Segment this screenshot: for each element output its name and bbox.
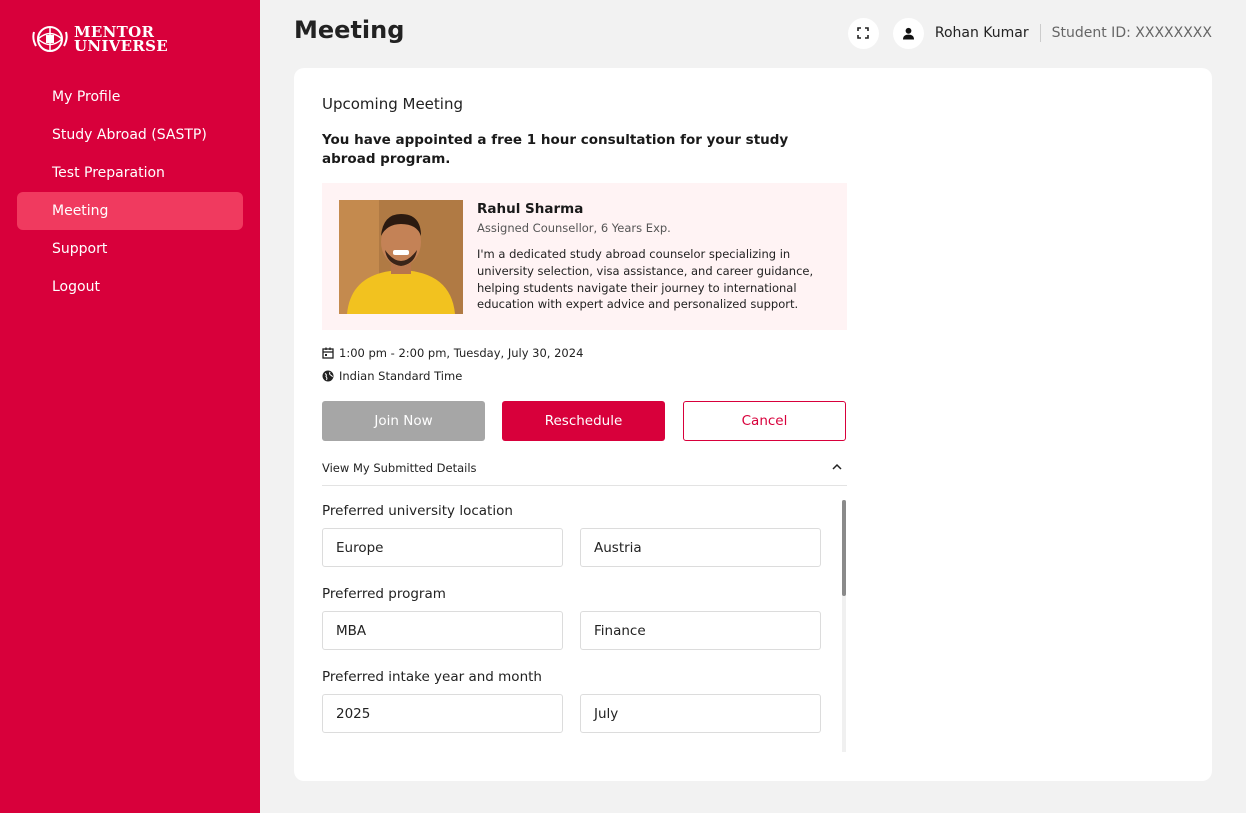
field-label-program: Preferred program	[322, 586, 446, 602]
meeting-description: You have appointed a free 1 hour consult…	[322, 132, 789, 167]
counsellor-photo	[339, 200, 463, 314]
brand-logo[interactable]: MENTOR UNIVERSE	[32, 22, 168, 56]
intake-year-field[interactable]: 2025	[322, 694, 563, 733]
fullscreen-button[interactable]	[847, 17, 879, 49]
header-divider	[1039, 24, 1041, 42]
timezone-row: Indian Standard Time	[322, 369, 462, 383]
join-now-button[interactable]: Join Now	[322, 401, 485, 441]
avatar[interactable]	[892, 17, 924, 49]
submitted-details-toggle[interactable]: View My Submitted Details	[322, 461, 847, 486]
location-country-field[interactable]: Austria	[580, 528, 821, 567]
details-scrollbar-thumb[interactable]	[842, 500, 846, 596]
meeting-time-row: 1:00 pm - 2:00 pm, Tuesday, July 30, 202…	[322, 346, 583, 360]
brand-line-2: UNIVERSE	[74, 37, 169, 55]
sidebar: MENTOR UNIVERSE My Profile Study Abroad …	[0, 0, 260, 813]
calendar-icon	[322, 347, 334, 359]
sidebar-item-study-abroad[interactable]: Study Abroad (SASTP)	[17, 116, 243, 154]
meeting-card: Upcoming Meeting You have appointed a fr…	[294, 68, 1212, 781]
program-major-field[interactable]: Finance	[580, 611, 821, 650]
submitted-details-label: View My Submitted Details	[322, 461, 477, 475]
counsellor-role: Assigned Counsellor, 6 Years Exp.	[477, 221, 671, 235]
program-degree-field[interactable]: MBA	[322, 611, 563, 650]
section-title: Upcoming Meeting	[322, 95, 463, 113]
globe-icon	[322, 370, 334, 382]
user-name[interactable]: Rohan Kumar	[935, 25, 1029, 41]
field-label-intake: Preferred intake year and month	[322, 669, 542, 685]
chevron-up-icon[interactable]	[831, 461, 843, 473]
counsellor-portrait-illustration	[339, 200, 463, 314]
field-label-location: Preferred university location	[322, 503, 513, 519]
meeting-time: 1:00 pm - 2:00 pm, Tuesday, July 30, 202…	[339, 346, 584, 360]
counsellor-name: Rahul Sharma	[477, 201, 584, 217]
sidebar-item-my-profile[interactable]: My Profile	[17, 78, 243, 116]
reschedule-button[interactable]: Reschedule	[502, 401, 665, 441]
sidebar-item-meeting[interactable]: Meeting	[17, 192, 243, 230]
sidebar-nav: My Profile Study Abroad (SASTP) Test Pre…	[17, 78, 243, 306]
location-region-field[interactable]: Europe	[322, 528, 563, 567]
header-user-area: Rohan Kumar Student ID: XXXXXXXX	[847, 17, 1212, 49]
sidebar-item-support[interactable]: Support	[17, 230, 243, 268]
cancel-button[interactable]: Cancel	[683, 401, 846, 441]
mentor-universe-logo-icon	[32, 26, 68, 52]
sidebar-item-logout[interactable]: Logout	[17, 268, 243, 306]
fullscreen-icon	[857, 27, 870, 39]
intake-month-field[interactable]: July	[580, 694, 821, 733]
student-id: Student ID: XXXXXXXX	[1051, 25, 1212, 41]
counsellor-bio: I'm a dedicated study abroad counselor s…	[477, 247, 814, 312]
submitted-details-panel[interactable]: Preferred university location Europe Aus…	[322, 498, 852, 753]
sidebar-item-test-preparation[interactable]: Test Preparation	[17, 154, 243, 192]
meeting-timezone: Indian Standard Time	[339, 369, 463, 383]
user-icon	[902, 27, 914, 39]
counsellor-card: Rahul Sharma Assigned Counsellor, 6 Year…	[322, 183, 847, 330]
page-title: Meeting	[294, 16, 405, 44]
